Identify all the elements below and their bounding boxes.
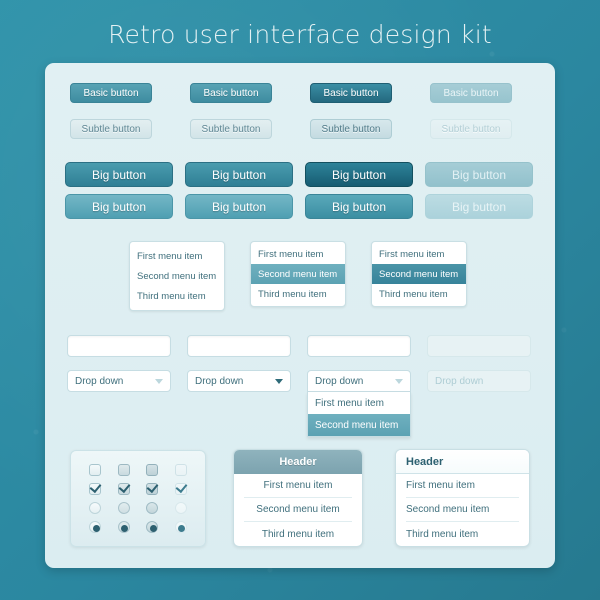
dropdown-group-open: Drop down First menu item Second menu it… — [307, 370, 411, 437]
radio-unselected-hover[interactable] — [117, 502, 130, 515]
radio-dot-icon — [92, 524, 100, 532]
big-button-dark-normal[interactable]: Big button — [65, 162, 173, 187]
text-input-hover[interactable] — [187, 335, 291, 357]
panel-header-title: Header — [396, 450, 529, 474]
checkbox-checked-disabled — [174, 480, 188, 495]
menu-item-first[interactable]: First menu item — [130, 246, 224, 266]
design-kit-card: Basic button Basic button Basic button B… — [45, 63, 555, 568]
toggle-grid — [81, 460, 195, 537]
check-icon — [89, 480, 102, 493]
dropdown-hover[interactable]: Drop down — [187, 370, 291, 392]
text-input-disabled — [427, 335, 531, 357]
radio-selected-active[interactable] — [146, 521, 159, 534]
menu-list-plain[interactable]: First menu item Second menu item Third m… — [129, 241, 225, 311]
dropdown-group-disabled: Drop down — [427, 370, 531, 392]
big-button-dark-active[interactable]: Big button — [305, 162, 413, 187]
subtle-button-disabled: Subtle button — [430, 119, 512, 139]
panel-row-third[interactable]: Third menu item — [244, 522, 352, 546]
dropdown-disabled: Drop down — [427, 370, 531, 392]
panel-header-title: Header — [234, 450, 362, 474]
dropdown-group-hover: Drop down — [187, 370, 291, 392]
radio-dot-icon — [178, 524, 186, 532]
dropdown-label: Drop down — [315, 375, 364, 387]
big-button-light-hover[interactable]: Big button — [185, 194, 293, 219]
panel-row-first[interactable]: First menu item — [244, 474, 352, 498]
panel-row-second[interactable]: Second menu item — [244, 498, 352, 522]
chevron-down-icon — [395, 378, 403, 384]
dropdown-normal[interactable]: Drop down — [67, 370, 171, 392]
checkbox-unchecked-hover[interactable] — [117, 463, 130, 476]
dropdown-group-normal: Drop down — [67, 370, 171, 392]
big-button-dark-hover[interactable]: Big button — [185, 162, 293, 187]
radio-selected-disabled — [174, 521, 187, 534]
toggle-panel — [70, 450, 206, 547]
dropdown-label: Drop down — [195, 375, 244, 387]
radio-unselected-disabled — [174, 502, 187, 515]
checkbox-unchecked-normal[interactable] — [89, 463, 102, 476]
check-icon — [175, 480, 188, 493]
text-input-normal[interactable] — [67, 335, 171, 357]
checkbox-unchecked-disabled — [174, 463, 187, 476]
panel-white-header: Header First menu item Second menu item … — [395, 449, 530, 547]
menu-item-second[interactable]: Second menu item — [130, 266, 224, 286]
menu-item-second-selected[interactable]: Second menu item — [372, 264, 466, 284]
dropdown-label: Drop down — [435, 375, 484, 387]
chevron-down-icon — [155, 378, 163, 384]
check-icon — [118, 480, 131, 493]
radio-dot-icon — [121, 524, 129, 532]
checkbox-unchecked-active[interactable] — [146, 463, 159, 476]
text-input-focused[interactable] — [307, 335, 411, 357]
panel-row-second[interactable]: Second menu item — [406, 498, 519, 522]
checkbox-checked-hover[interactable] — [117, 480, 131, 495]
radio-unselected-active[interactable] — [146, 502, 159, 515]
panel-row-third[interactable]: Third menu item — [406, 522, 519, 546]
checkbox-checked-normal[interactable] — [89, 480, 102, 495]
radio-selected-hover[interactable] — [117, 521, 130, 534]
subtle-button-normal[interactable]: Subtle button — [70, 119, 152, 139]
panel-row-first[interactable]: First menu item — [406, 474, 519, 498]
basic-button-normal[interactable]: Basic button — [70, 83, 152, 103]
dropdown-option-panel[interactable]: First menu item Second menu item — [307, 392, 411, 437]
big-button-light-active[interactable]: Big button — [305, 194, 413, 219]
dropdown-option-second-selected[interactable]: Second menu item — [308, 414, 410, 436]
big-button-light-normal[interactable]: Big button — [65, 194, 173, 219]
basic-button-hover[interactable]: Basic button — [190, 83, 272, 103]
radio-dot-icon — [149, 524, 157, 532]
menu-item-third[interactable]: Third menu item — [130, 286, 224, 306]
menu-item-first[interactable]: First menu item — [251, 244, 345, 264]
check-icon — [146, 480, 159, 493]
panel-grey-header: Header First menu item Second menu item … — [233, 449, 363, 547]
basic-button-active[interactable]: Basic button — [310, 83, 392, 103]
dropdown-label: Drop down — [75, 375, 124, 387]
radio-selected-normal[interactable] — [89, 521, 102, 534]
menu-item-second-selected[interactable]: Second menu item — [251, 264, 345, 284]
subtle-button-active[interactable]: Subtle button — [310, 119, 392, 139]
dropdown-option-first[interactable]: First menu item — [308, 392, 410, 414]
big-button-light-disabled: Big button — [425, 194, 533, 219]
menu-list-dark-highlight[interactable]: First menu item Second menu item Third m… — [371, 241, 467, 307]
menu-item-third[interactable]: Third menu item — [372, 284, 466, 304]
menu-item-first[interactable]: First menu item — [372, 244, 466, 264]
menu-item-third[interactable]: Third menu item — [251, 284, 345, 304]
big-button-dark-disabled: Big button — [425, 162, 533, 187]
radio-unselected-normal[interactable] — [89, 502, 102, 515]
subtle-button-hover[interactable]: Subtle button — [190, 119, 272, 139]
menu-list-mid-highlight[interactable]: First menu item Second menu item Third m… — [250, 241, 346, 307]
dropdown-open[interactable]: Drop down — [307, 370, 411, 392]
page-title: Retro user interface design kit — [108, 20, 492, 49]
chevron-down-icon — [275, 378, 283, 384]
basic-button-disabled: Basic button — [430, 83, 512, 103]
checkbox-checked-active[interactable] — [146, 480, 159, 495]
